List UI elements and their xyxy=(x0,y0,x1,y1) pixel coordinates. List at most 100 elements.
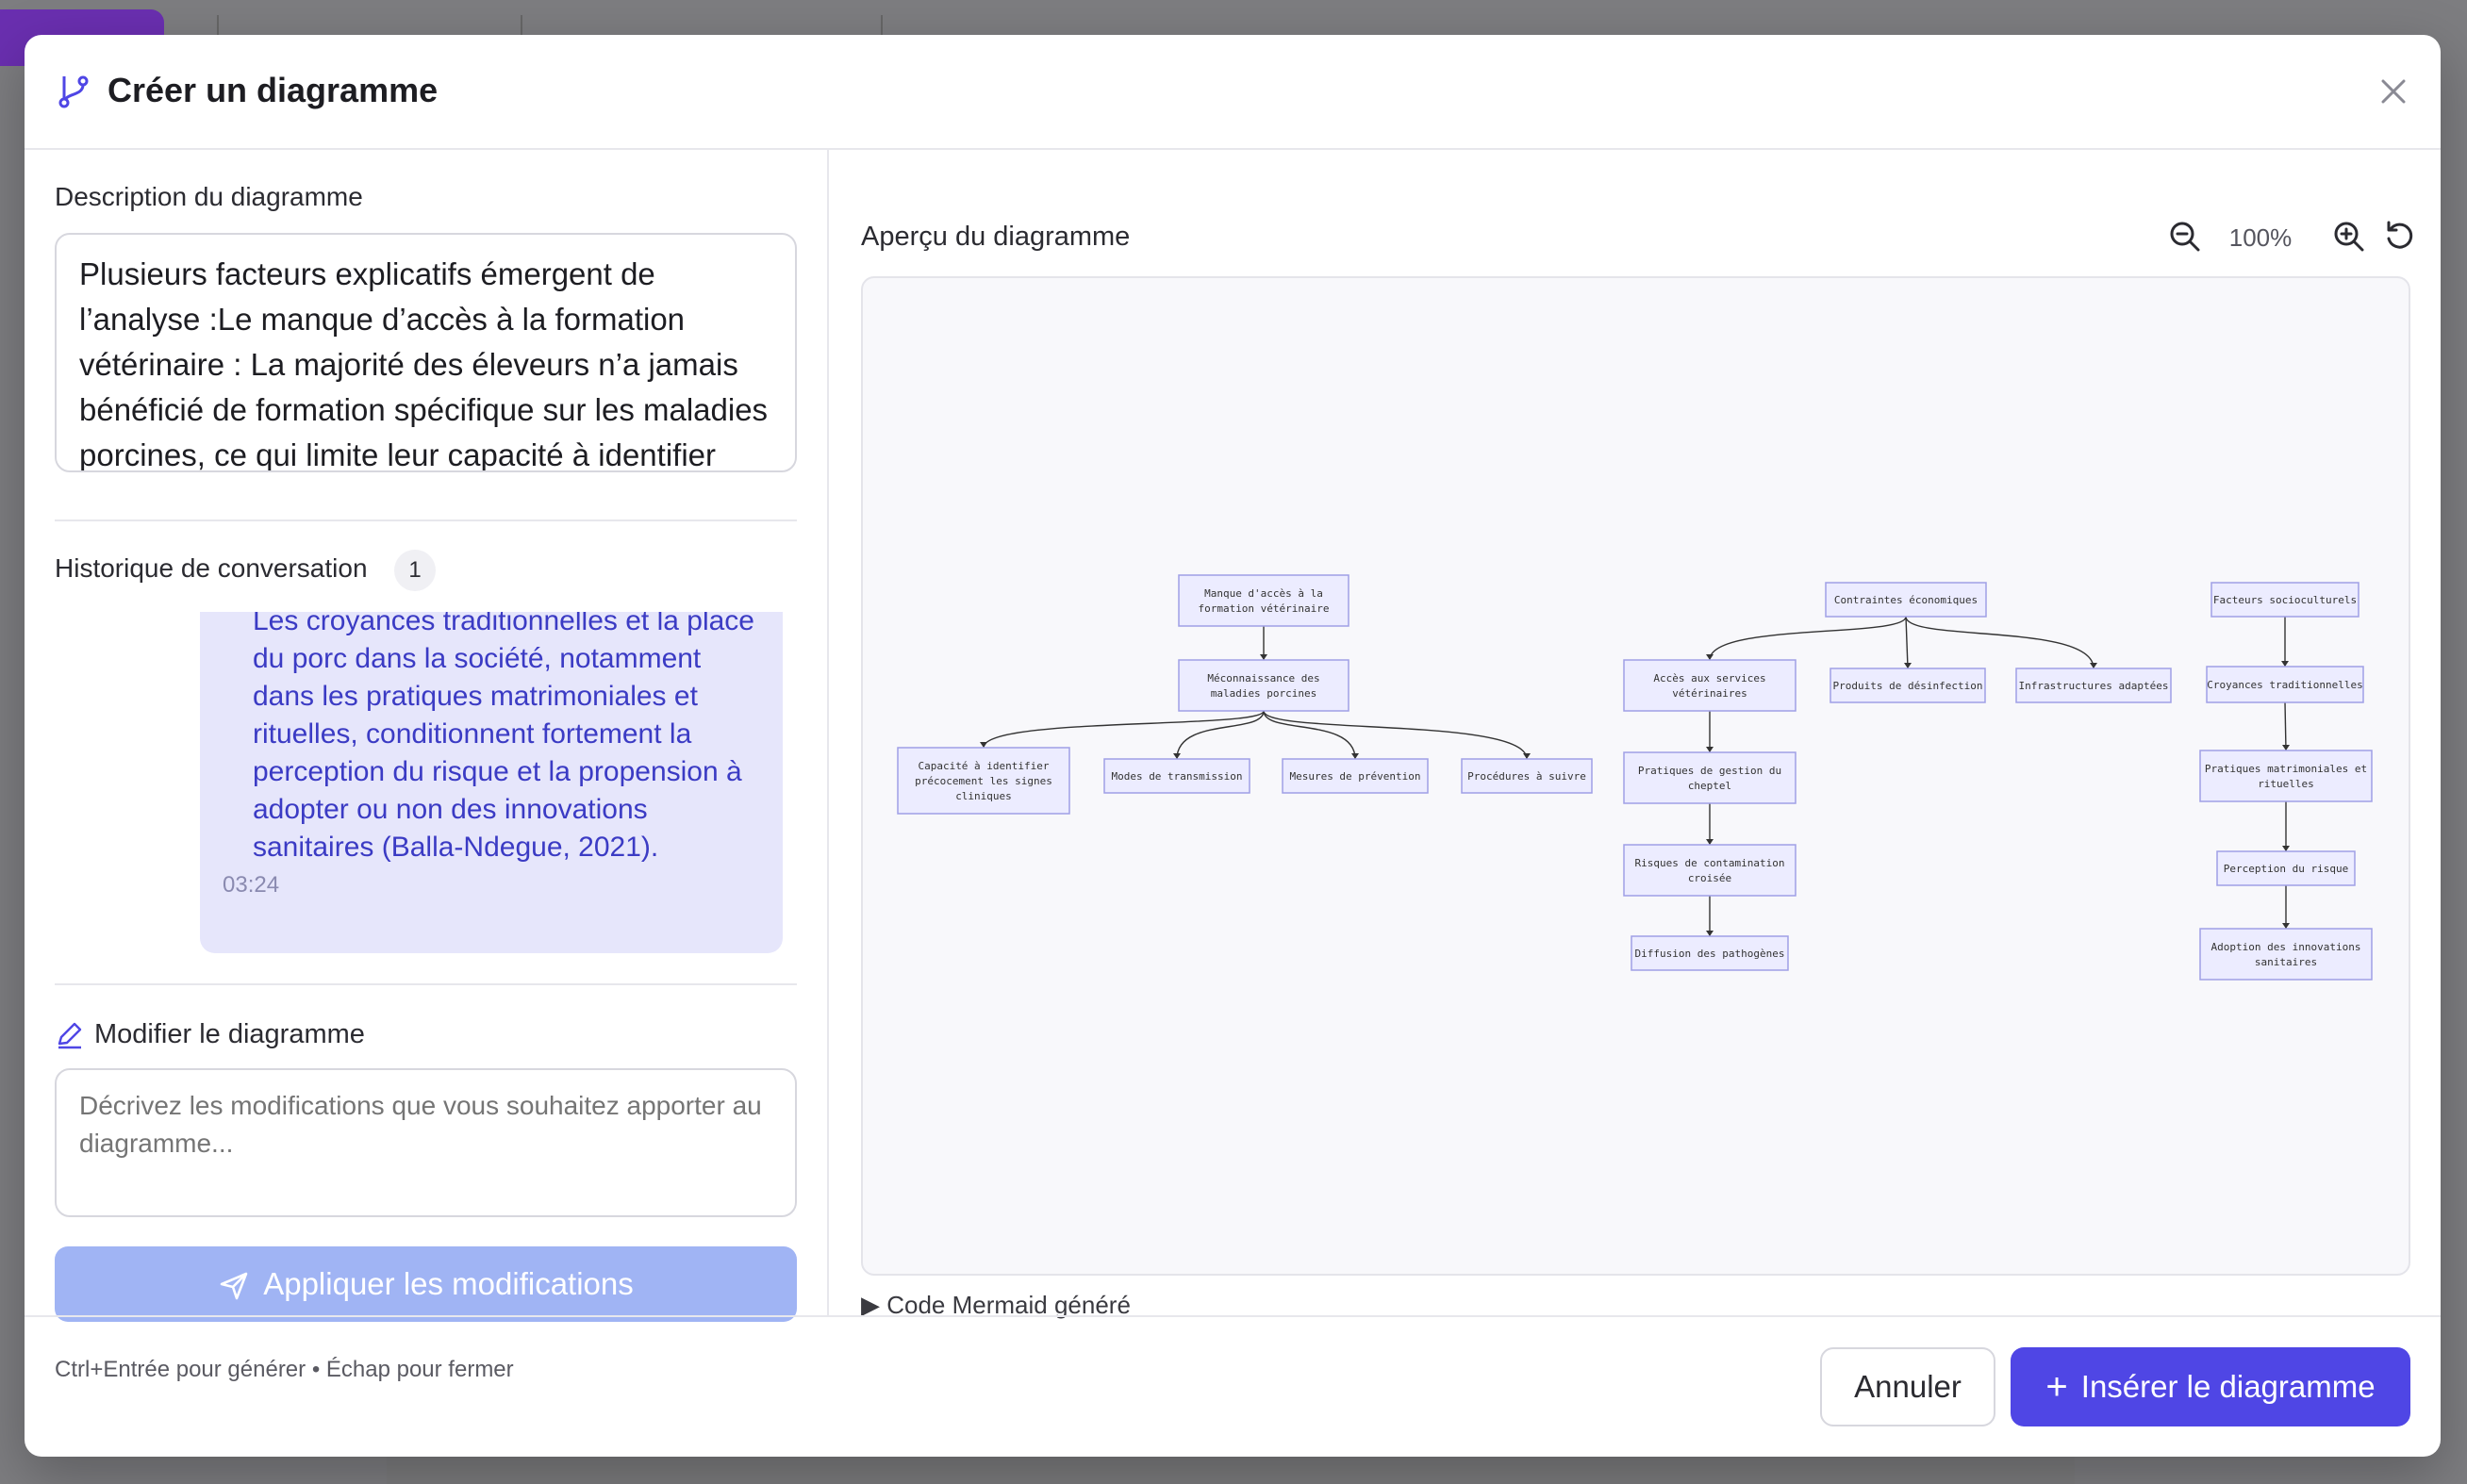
diagram-node-box xyxy=(2199,928,2373,981)
diagram-edge-arrow xyxy=(1706,747,1714,752)
diagram-edge-arrow xyxy=(1523,753,1531,759)
zoom-level: 100% xyxy=(2228,223,2293,252)
keyboard-hint: Ctrl+Entrée pour générer • Échap pour fe… xyxy=(55,1357,514,1382)
diagram-node-box xyxy=(1178,574,1349,627)
diagram-node-label: rituelles xyxy=(2258,778,2314,790)
diagram-node: Infrastructures adaptées xyxy=(2015,668,2172,703)
diagram-node-box xyxy=(1623,844,1796,897)
diagram-node: Accès aux services vétérinaires xyxy=(1623,659,1796,712)
diagram-node: Pratiques de gestion du cheptel xyxy=(1623,751,1796,804)
diagram-node-label: précocement les signes xyxy=(915,775,1052,787)
close-icon[interactable] xyxy=(2375,73,2412,110)
diagram-edge xyxy=(1905,616,1909,669)
diagram-edge-arrow xyxy=(1706,839,1714,845)
diagram-node: Perception du risque xyxy=(2216,850,2356,886)
diagram-node: Pratiques matrimoniales et rituelles xyxy=(2199,750,2373,802)
insert-diagram-label: Insérer le diagramme xyxy=(2080,1369,2376,1404)
diagram-node-label: Contraintes économiques xyxy=(1834,594,1978,606)
diagram-node-label: cliniques xyxy=(955,790,1012,802)
diagram-node-box xyxy=(1623,751,1796,804)
create-diagram-modal: Créer un diagramme Description du diagra… xyxy=(25,35,2441,1457)
diagram-node: Facteurs socioculturels xyxy=(2210,582,2359,618)
modal-title: Créer un diagramme xyxy=(108,71,439,109)
reset-zoom-icon[interactable] xyxy=(2383,220,2417,254)
diagram-node-label: Manque d'accès à la xyxy=(1204,587,1323,600)
edit-diagram-input[interactable] xyxy=(55,1068,797,1217)
insert-diagram-button[interactable]: + Insérer le diagramme xyxy=(2011,1347,2410,1426)
diagram-node: Contraintes économiques xyxy=(1825,582,1987,618)
conversation-history-list[interactable]: Les croyances traditionnelles et la plac… xyxy=(55,612,797,953)
apply-changes-label: Appliquer les modifications xyxy=(263,1266,634,1301)
history-message-text: Les croyances traditionnelles et la plac… xyxy=(253,612,754,863)
diagram-node-label: Accès aux services xyxy=(1653,672,1765,684)
diagram-node: Manque d'accès à la formation vétérinaire xyxy=(1178,574,1349,627)
diagram-edge-arrow xyxy=(1706,654,1714,660)
diagram-node: Capacité à identifier précocement les sig… xyxy=(897,747,1070,815)
diagram-node: Modes de transmission xyxy=(1103,758,1250,794)
diagram-node-label: vétérinaires xyxy=(1672,687,1747,700)
diagram-edge-arrow xyxy=(2090,663,2097,668)
diagram-edge xyxy=(1263,710,1528,760)
diagram-node: Procédures à suivre xyxy=(1461,758,1593,794)
git-branch-icon xyxy=(58,75,89,108)
diagram-edge-arrow xyxy=(1260,654,1267,660)
send-icon xyxy=(220,1272,248,1300)
diagram-edge-arrow xyxy=(2282,846,2290,851)
diagram-node-label: Diffusion des pathogènes xyxy=(1635,948,1785,960)
diagram-edge-arrow xyxy=(2282,923,2290,929)
history-count-badge: 1 xyxy=(394,550,436,591)
history-label: Historique de conversation xyxy=(55,553,368,583)
diagram-node-label: Capacité à identifier xyxy=(918,760,1049,772)
diagram-node-label: Modes de transmission xyxy=(1111,770,1242,783)
diagram-node-label: Méconnaissance des xyxy=(1207,672,1319,684)
diagram-node: Risques de contamination croisée xyxy=(1623,844,1796,897)
divider xyxy=(55,983,797,985)
diagram-preview-canvas[interactable]: Manque d'accès à la formation vétérinaire… xyxy=(861,276,2410,1276)
divider xyxy=(55,519,797,521)
diagram-edge xyxy=(1176,710,1265,760)
diagram-edge-arrow xyxy=(1904,663,1912,668)
cancel-button[interactable]: Annuler xyxy=(1820,1347,1995,1426)
diagram-node-label: Risques de contamination xyxy=(1635,857,1785,869)
diagram-node: Diffusion des pathogènes xyxy=(1631,935,1789,971)
diagram-node: Méconnaissance des maladies porcines xyxy=(1178,659,1349,712)
diagram-node-box xyxy=(1623,659,1796,712)
diagram-edge xyxy=(2284,701,2287,751)
preview-label: Aperçu du diagramme xyxy=(861,222,1131,252)
diagram-edge xyxy=(1905,616,2094,669)
diagram-node-label: Pratiques matrimoniales et xyxy=(2205,763,2367,775)
zoom-in-icon[interactable] xyxy=(2332,220,2366,254)
apply-changes-button[interactable]: Appliquer les modifications xyxy=(55,1246,797,1322)
diagram-node-label: cheptel xyxy=(1688,780,1731,792)
modal-header: Créer un diagramme xyxy=(25,35,2441,150)
description-textarea[interactable]: Plusieurs facteurs explicatifs émergent … xyxy=(55,233,797,472)
diagram-edge-arrow xyxy=(2281,661,2289,667)
diagram-node-label: Procédures à suivre xyxy=(1467,770,1586,783)
diagram-edge-arrow xyxy=(1351,753,1359,759)
diagram-node-label: Produits de désinfection xyxy=(1833,680,1983,692)
diagram-node: Produits de désinfection xyxy=(1830,668,1986,703)
modal-footer: Ctrl+Entrée pour générer • Échap pour fe… xyxy=(25,1315,2441,1457)
diagram-node-label: sanitaires xyxy=(2255,956,2317,968)
diagram-node-box xyxy=(1178,659,1349,712)
description-label: Description du diagramme xyxy=(55,182,363,211)
diagram-node-label: formation vétérinaire xyxy=(1198,602,1329,615)
diagram-edge xyxy=(1709,616,1907,661)
diagram-node-label: Perception du risque xyxy=(2224,863,2348,875)
diagram-node-label: croisée xyxy=(1688,872,1731,884)
diagram-node-label: Pratiques de gestion du xyxy=(1638,765,1781,777)
diagram-node-label: maladies porcines xyxy=(1211,687,1317,700)
diagram-edge xyxy=(983,710,1265,749)
diagram-node-label: Infrastructures adaptées xyxy=(2019,680,2169,692)
zoom-out-icon[interactable] xyxy=(2168,220,2202,254)
diagram-node-label: Facteurs socioculturels xyxy=(2213,594,2357,606)
diagram-node-label: Adoption des innovations xyxy=(2211,941,2361,953)
right-pane: Aperçu du diagramme 100% Manque d'accès … xyxy=(831,150,2441,1319)
diagram-node-label: Croyances traditionnelles xyxy=(2207,679,2363,691)
left-pane: Description du diagramme Plusieurs facte… xyxy=(25,150,829,1322)
diagram-edge-arrow xyxy=(980,742,987,748)
diagram-node-label: Mesures de prévention xyxy=(1289,770,1420,783)
background-toolbar xyxy=(0,0,2467,66)
diagram-edge-arrow xyxy=(2282,745,2290,750)
diagram-node: Mesures de prévention xyxy=(1282,758,1429,794)
